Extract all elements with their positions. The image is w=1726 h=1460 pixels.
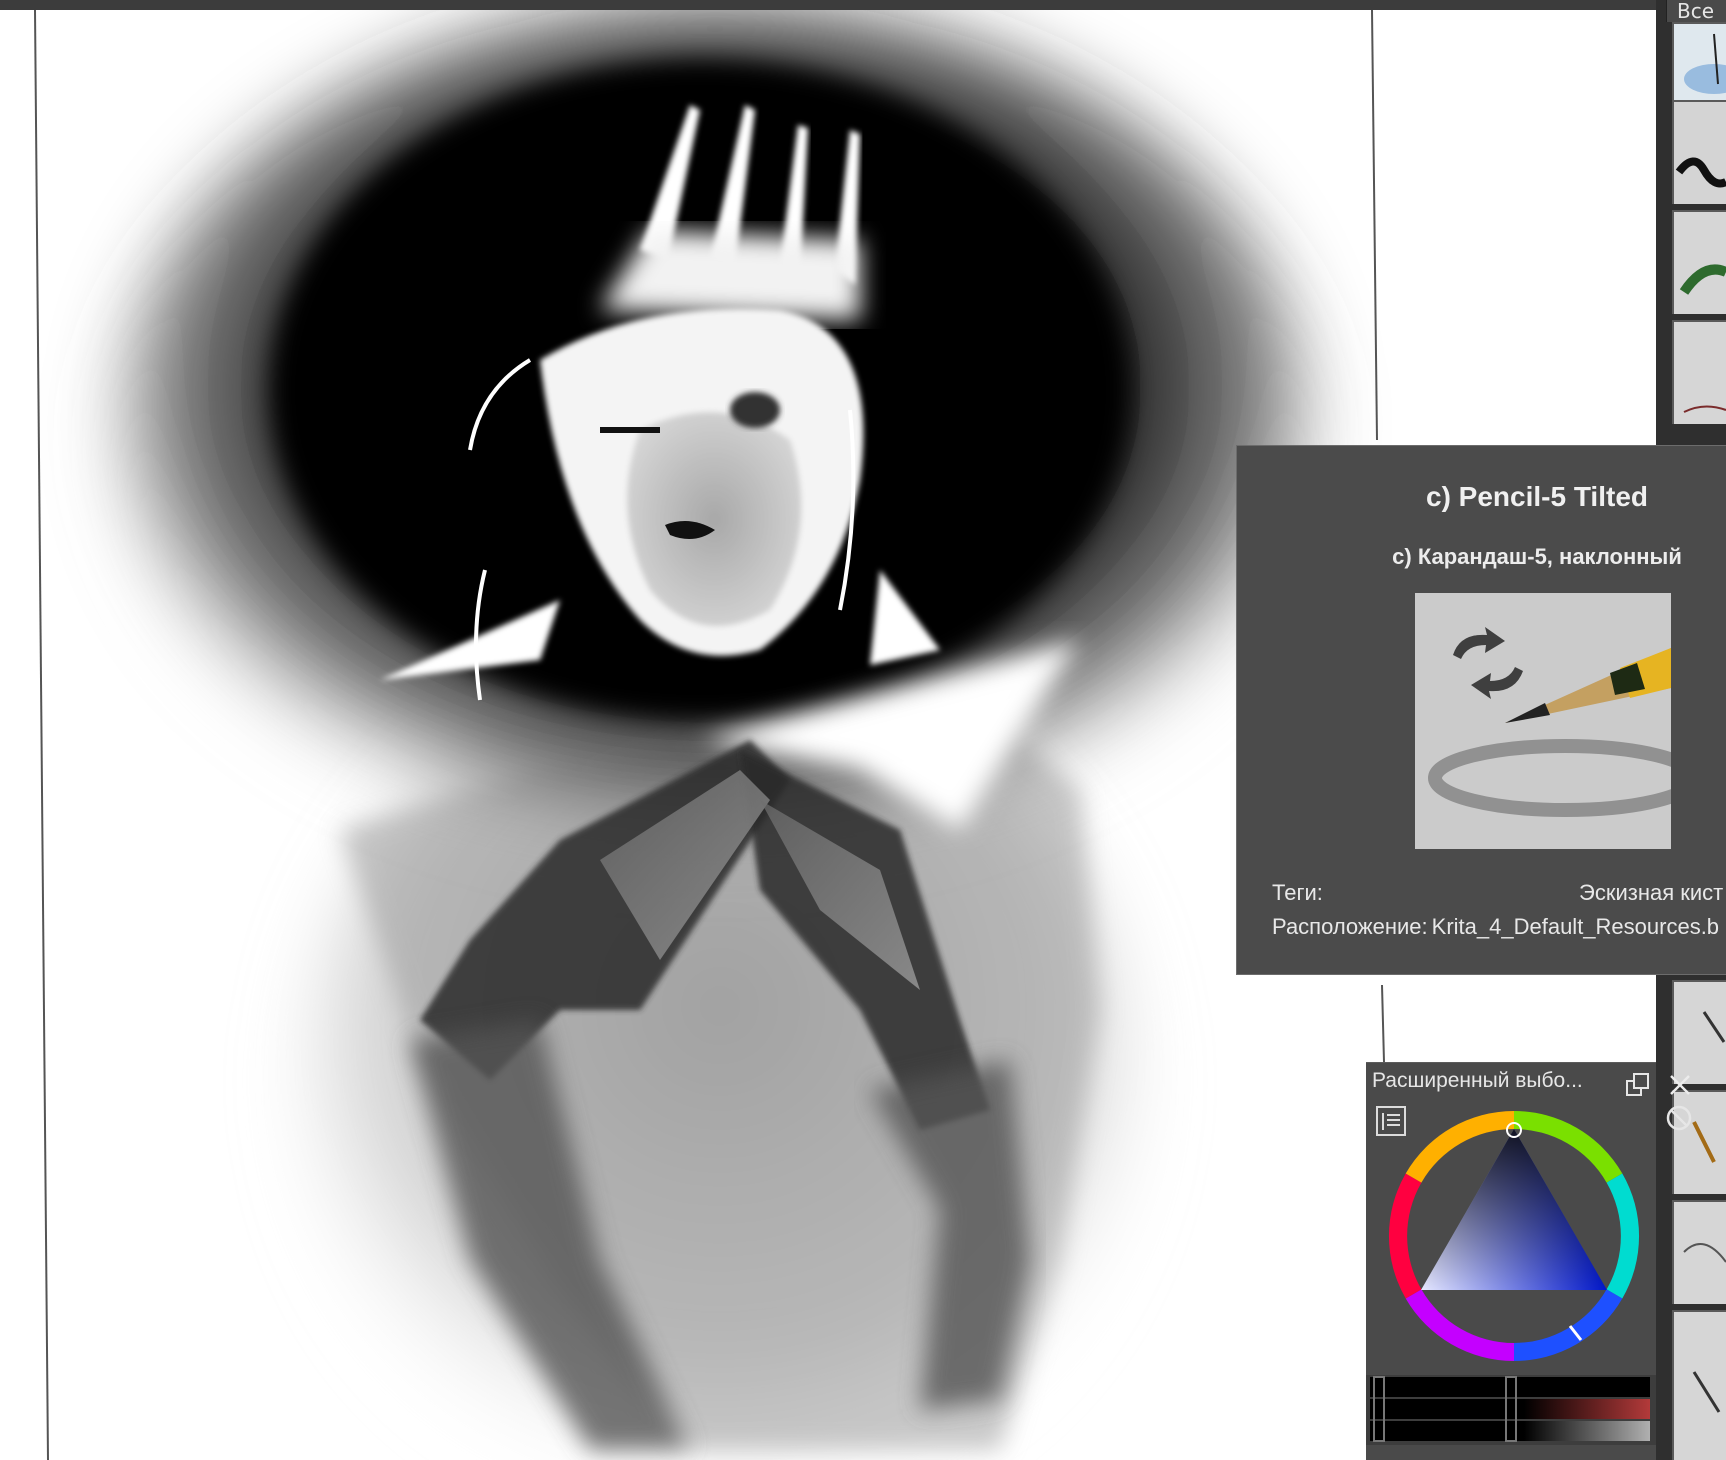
brush-preset-thumb[interactable] (1672, 1310, 1726, 1460)
brush-preset-thumb[interactable] (1672, 100, 1726, 204)
brush-tag-tab-label: Все (1677, 0, 1715, 23)
brush-preset-thumb[interactable] (1672, 210, 1726, 314)
tooltip-tags-label: Теги: (1272, 880, 1323, 905)
color-history[interactable] (1366, 1375, 1656, 1445)
color-wheel[interactable] (1376, 1100, 1656, 1370)
brush-preview (1415, 593, 1671, 849)
tooltip-subtitle: c) Карандаш-5, наклонный (1392, 544, 1682, 569)
tooltip-location-label: Расположение: (1272, 914, 1428, 939)
brush-tag-tab[interactable]: Все (1666, 0, 1726, 22)
tooltip-location-value: Krita_4_Default_Resources.b (1431, 914, 1720, 939)
reset-icon[interactable] (1664, 1103, 1694, 1133)
brush-preset-thumb[interactable] (1672, 1200, 1726, 1304)
brush-preset-thumb[interactable] (1672, 980, 1726, 1084)
tooltip-title: c) Pencil-5 Tilted (1426, 481, 1648, 512)
tooltip-tags-value: Эскизная кист (1579, 880, 1724, 905)
docker-title: Расширенный выбо... (1372, 1069, 1583, 1092)
brush-tooltip: c) Pencil-5 Tilted c) Карандаш-5, наклон… (1236, 445, 1726, 975)
advanced-color-selector-docker: Расширенный выбо... (1366, 1062, 1692, 1460)
brush-preset-thumb[interactable] (1672, 320, 1726, 424)
close-icon[interactable] (1668, 1073, 1692, 1097)
float-icon[interactable] (1624, 1071, 1652, 1099)
